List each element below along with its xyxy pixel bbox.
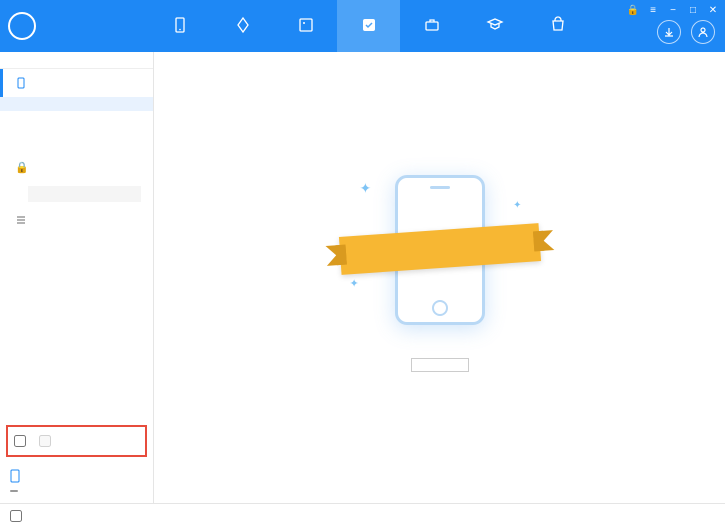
- device-icon: [171, 16, 189, 34]
- footer: [0, 503, 725, 527]
- connection-status: [0, 52, 153, 69]
- nav-tutorial[interactable]: [463, 0, 526, 52]
- nav-my-device[interactable]: [148, 0, 211, 52]
- toolbox-icon: [423, 16, 441, 34]
- logo-icon: [8, 12, 36, 40]
- sidebar-item-itunes-flash[interactable]: [0, 111, 153, 125]
- auto-activate-checkbox[interactable]: [14, 435, 29, 447]
- close-icon[interactable]: ✕: [707, 4, 719, 16]
- sidebar-header-jailbreak: 🔒: [0, 153, 153, 182]
- sparkle-icon: ✦: [350, 277, 359, 290]
- sidebar: 🔒: [0, 52, 154, 503]
- main-content: ✦ ✦ ✦: [154, 52, 725, 503]
- sparkle-icon: ✦: [513, 200, 521, 211]
- store-icon: [549, 16, 567, 34]
- nav-toolbox[interactable]: [400, 0, 463, 52]
- device-name[interactable]: [10, 469, 143, 483]
- nav-smart-flash[interactable]: [337, 0, 400, 52]
- sidebar-item-advanced[interactable]: [0, 262, 153, 276]
- device-info: [0, 463, 153, 503]
- sidebar-item-batch-flash[interactable]: [0, 139, 153, 153]
- jailbreak-note: [28, 186, 141, 202]
- nav-apps-games[interactable]: [211, 0, 274, 52]
- app-header: 🔒 ≡ − □ ✕: [0, 0, 725, 52]
- sidebar-header-flash[interactable]: [0, 69, 153, 97]
- top-nav: [148, 0, 589, 52]
- sparkle-icon: ✦: [360, 180, 372, 197]
- sidebar-item-pro-flash[interactable]: [0, 125, 153, 139]
- user-button[interactable]: [691, 20, 715, 44]
- device-storage: [10, 490, 18, 492]
- device-icon: [10, 469, 20, 483]
- success-illustration: ✦ ✦ ✦: [350, 170, 530, 330]
- minimize-icon[interactable]: −: [667, 4, 679, 16]
- new-ribbon: [338, 223, 540, 275]
- flash-icon: [360, 16, 378, 34]
- download-button[interactable]: [657, 20, 681, 44]
- window-controls: 🔒 ≡ − □ ✕: [627, 4, 719, 16]
- sidebar-item-oneclick-flash[interactable]: [0, 97, 153, 111]
- nav-ringtone-wallpaper[interactable]: [274, 0, 337, 52]
- lock-icon[interactable]: 🔒: [627, 4, 639, 16]
- block-itunes-checkbox[interactable]: [10, 510, 25, 522]
- sidebar-header-more[interactable]: [0, 206, 153, 234]
- menu-icon[interactable]: ≡: [647, 4, 659, 16]
- maximize-icon[interactable]: □: [687, 4, 699, 16]
- checkbox-highlight-box: [6, 425, 147, 457]
- list-icon: [15, 214, 27, 226]
- skip-guide-checkbox[interactable]: [39, 435, 54, 447]
- ringtone-icon: [297, 16, 315, 34]
- nav-store[interactable]: [526, 0, 589, 52]
- tutorial-icon: [486, 16, 504, 34]
- sidebar-item-other-tools[interactable]: [0, 234, 153, 248]
- phone-icon: [15, 77, 27, 89]
- lock-icon: 🔒: [15, 161, 29, 174]
- ok-button[interactable]: [411, 358, 469, 372]
- sidebar-item-download-firmware[interactable]: [0, 248, 153, 262]
- logo-area: [8, 12, 148, 40]
- apps-icon: [234, 16, 252, 34]
